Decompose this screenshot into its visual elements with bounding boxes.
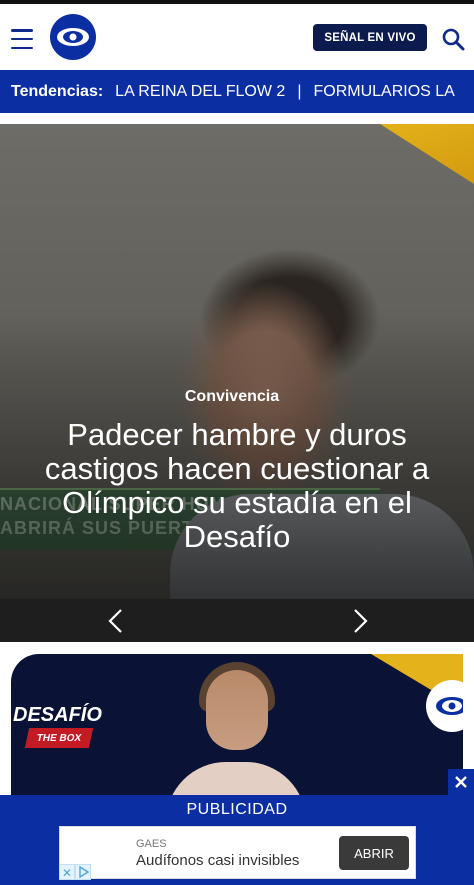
ad-headline: Audífonos casi invisibles [136,852,300,869]
caracol-logo[interactable] [50,14,96,60]
trend-separator: | [297,82,302,100]
article-headline[interactable]: Padecer hambre y duros castigos hacen cu… [20,418,454,554]
trend-link-formularios[interactable]: FORMULARIOS LA [313,83,454,101]
ad-open-button[interactable]: ABRIR [339,836,409,870]
ad-brand: GAES [136,838,167,850]
ad-info-icon[interactable] [75,864,91,880]
ad-creative[interactable]: GAES Audífonos casi invisibles ABRIR [59,826,416,879]
page: SEÑAL EN VIVO Tendencias: LA REINA DEL F… [0,0,474,885]
card-image-face [206,670,268,750]
desafio-logo-title: DESAFÍO [13,704,102,726]
menu-icon[interactable] [11,29,33,49]
carousel-controls [0,599,474,642]
caracol-badge-icon [426,680,463,732]
chevron-left-icon[interactable] [106,608,126,634]
site-header: SEÑAL EN VIVO [0,4,474,70]
chevron-right-icon[interactable] [350,608,370,634]
trend-link-la-reina-del-flow[interactable]: LA REINA DEL FLOW 2 [115,83,285,101]
ad-close-x-icon[interactable]: ✕ [59,864,75,880]
desafio-logo-subtitle: THE BOX [24,728,94,748]
hero-article[interactable]: NACIONAL SUPER HUMANOSABRIRÁ SUS PUERTAS… [0,124,474,599]
article-category[interactable]: Convivencia [0,388,464,406]
desafio-logo: DESAFÍO THE BOX [11,678,106,748]
ad-label: PUBLICIDAD [186,801,288,818]
search-icon[interactable] [441,27,465,51]
trends-label: Tendencias: [11,82,104,100]
trends-bar: Tendencias: LA REINA DEL FLOW 2 | FORMUL… [0,70,474,113]
ad-choices[interactable]: ✕ [59,864,93,880]
close-icon[interactable] [448,769,474,795]
live-signal-button[interactable]: SEÑAL EN VIVO [313,24,427,51]
